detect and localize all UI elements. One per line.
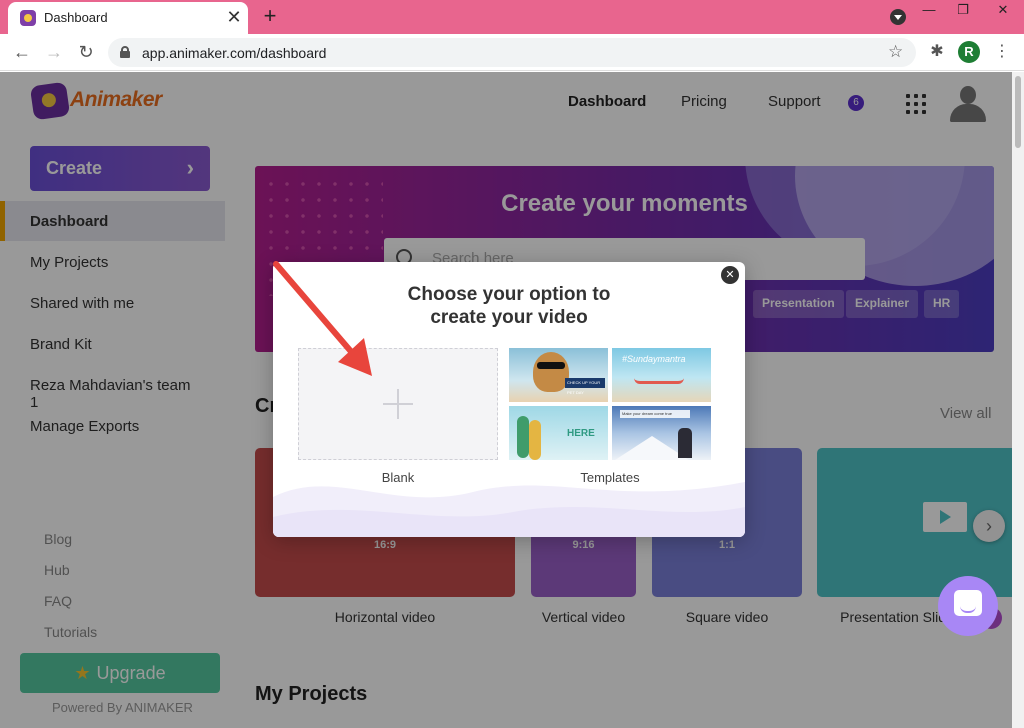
extensions-icon[interactable]: ✱ xyxy=(928,41,946,60)
template-thumbnail-surf: HERE xyxy=(509,406,608,460)
templates-option-tile[interactable]: CHECK UP YOUR PET DAY #Sundaymantra HERE… xyxy=(509,348,711,460)
forward-button[interactable]: → xyxy=(42,41,66,63)
blank-label: Blank xyxy=(381,470,415,485)
tab-close-icon[interactable]: ✕ xyxy=(224,7,244,27)
tab-title: Dashboard xyxy=(44,10,108,25)
dog-image xyxy=(533,352,569,392)
url-text[interactable]: app.animaker.com/dashboard xyxy=(142,45,326,61)
template-tag-2: #Sundaymantra xyxy=(622,354,686,364)
scrollbar-thumb[interactable] xyxy=(1015,76,1021,148)
modal-wave-decoration xyxy=(273,482,745,537)
template-tag-1: CHECK UP YOUR PET DAY xyxy=(565,378,605,395)
window-minimize-button[interactable]: — xyxy=(912,0,946,22)
new-tab-button[interactable]: + xyxy=(258,4,282,28)
profile-avatar[interactable]: R xyxy=(958,41,980,63)
surfboard-image xyxy=(529,420,541,460)
hammock-image xyxy=(634,378,684,384)
template-tag-3: HERE xyxy=(567,428,595,439)
back-button[interactable]: ← xyxy=(10,41,34,63)
chat-support-button[interactable] xyxy=(938,576,998,636)
lock-icon[interactable] xyxy=(120,46,130,58)
window-close-button[interactable]: ✕ xyxy=(982,0,1024,22)
modal-close-button[interactable]: ✕ xyxy=(721,266,739,284)
plus-icon xyxy=(383,389,413,419)
animaker-favicon-icon xyxy=(20,10,36,26)
page-scrollbar[interactable] xyxy=(1012,72,1024,728)
template-thumbnail-mountain: Make your dream come true xyxy=(612,406,711,460)
browser-tab-bar: Dashboard ✕ + — ❐ ✕ xyxy=(0,0,1024,34)
bookmark-star-icon[interactable]: ☆ xyxy=(888,42,903,62)
chrome-menu-icon[interactable]: ⋮ xyxy=(994,41,1010,63)
window-restore-button[interactable]: ❐ xyxy=(946,0,980,22)
hiker-image xyxy=(678,428,692,458)
browser-toolbar: ← → ↻ app.animaker.com/dashboard ☆ xyxy=(0,34,1024,71)
red-arrow-annotation-icon xyxy=(273,261,372,376)
sunglasses-icon xyxy=(537,362,565,369)
template-tag-4: Make your dream come true xyxy=(620,410,690,418)
reload-button[interactable]: ↻ xyxy=(74,41,98,63)
address-bar[interactable]: app.animaker.com/dashboard ☆ xyxy=(108,38,916,67)
templates-label: Templates xyxy=(580,470,640,485)
media-control-icon[interactable] xyxy=(890,9,906,25)
template-thumbnail-dog: CHECK UP YOUR PET DAY xyxy=(509,348,608,402)
template-thumbnail-beach: #Sundaymantra xyxy=(612,348,711,402)
surfboard-image xyxy=(517,416,529,458)
browser-tab[interactable]: Dashboard ✕ xyxy=(8,2,248,34)
